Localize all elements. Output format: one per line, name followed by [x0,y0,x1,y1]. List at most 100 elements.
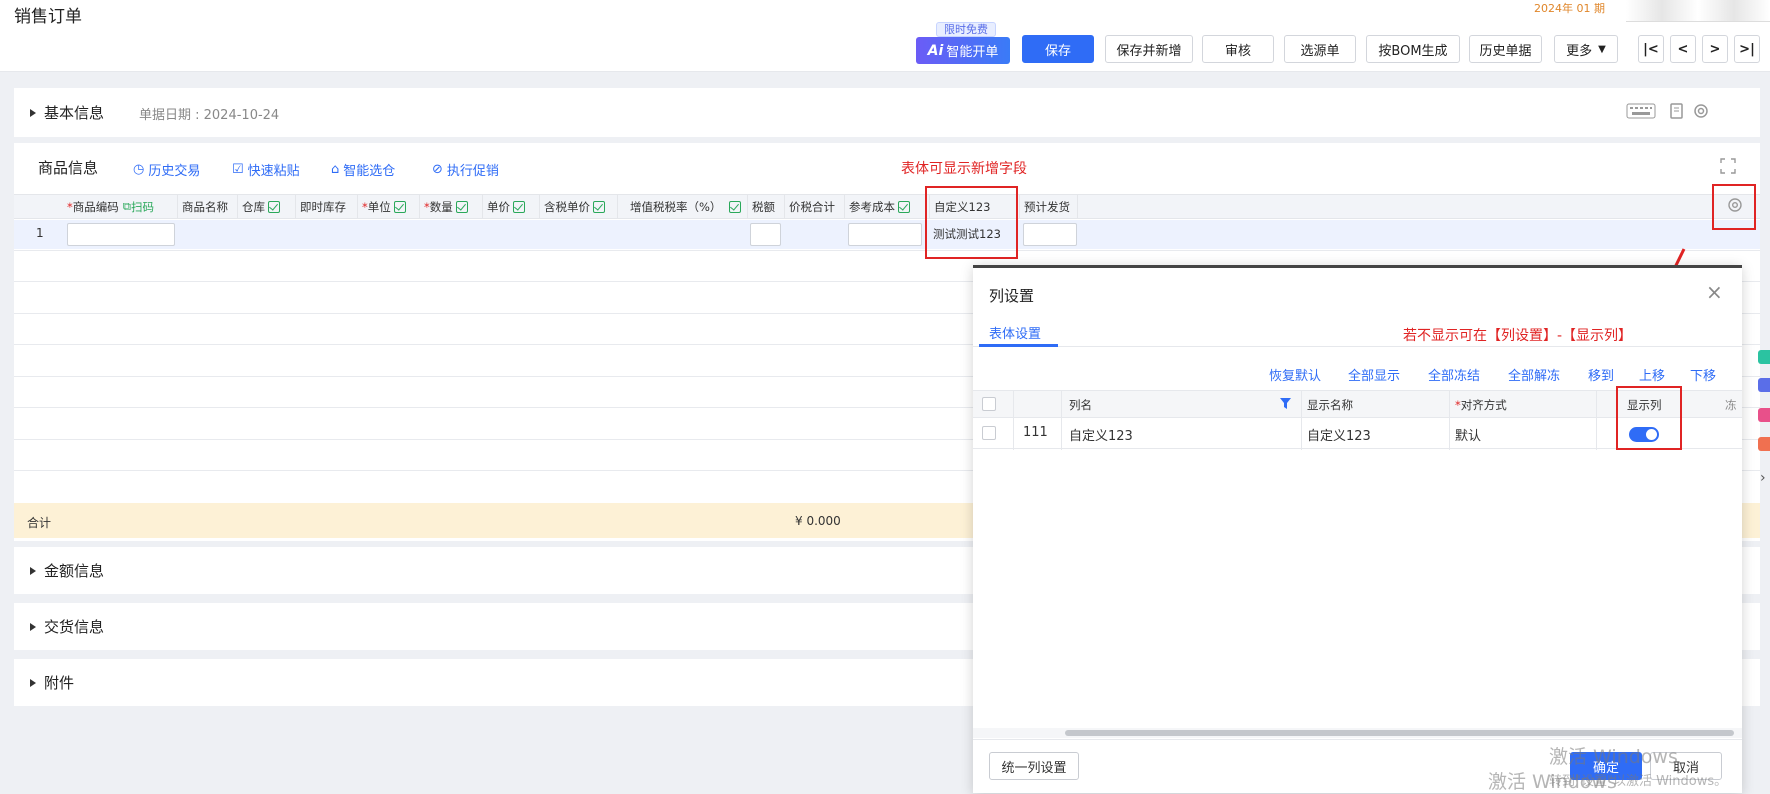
gear-icon[interactable] [1692,102,1710,120]
column-settings-dialog: 列设置 × 表体设置 若不显示可在【列设置】-【显示列】 恢复默认 全部显示 全… [973,265,1742,793]
scrollbar-thumb[interactable] [1065,730,1734,736]
tab-body-settings[interactable]: 表体设置 [989,323,1041,342]
unified-column-button[interactable]: 统一列设置 [989,752,1079,780]
goods-title: 商品信息 [38,159,99,177]
save-button[interactable]: 保存 [1022,35,1094,63]
col-price[interactable]: 单价 [483,194,540,219]
row-display-name[interactable]: 自定义123 [1307,425,1371,444]
footer-divider [973,739,1742,740]
col-price-label: 单价 [487,199,510,214]
delivery-info-toggle[interactable]: 交货信息 [30,616,104,637]
expand-icon [30,622,36,631]
close-icon[interactable]: × [1706,280,1723,304]
windows-watermark-title: 激活 Windows [1549,746,1678,768]
attachment-title: 附件 [44,674,75,692]
basic-info-card: 基本信息 单据日期 : 2024-10-24 [14,88,1760,137]
total-amount: ¥ 0.000 [795,514,841,528]
select-all-checkbox[interactable] [982,397,996,411]
save-new-button[interactable]: 保存并新增 [1105,35,1193,63]
col-quantity-label: 数量 [429,199,453,214]
annotation-new-field: 表体可显示新增字段 [901,161,1027,177]
header-column-name: 列名 [1069,398,1092,412]
float-icon-green[interactable] [1758,350,1770,364]
unfreeze-all-link[interactable]: 全部解冻 [1508,365,1560,384]
user-area[interactable] [1626,0,1770,22]
col-vat-rate[interactable]: 增值税税率（%） [618,194,748,219]
col-divider [1301,390,1302,450]
float-icon-blue[interactable] [1758,378,1770,392]
attachment-toggle[interactable]: 附件 [30,672,74,693]
keyboard-icon[interactable] [1626,103,1656,119]
history-trade-link[interactable]: ◷ 历史交易 [133,160,200,179]
col-total[interactable]: 价税合计 [785,194,845,219]
col-warehouse[interactable]: 仓库 [238,194,296,219]
ai-order-button[interactable]: 限时免费 Ai 智能开单 [916,22,1010,64]
col-product-code[interactable]: * 商品编码 ⧉ 扫码 [63,194,178,219]
tax-input[interactable] [750,223,781,246]
col-quantity[interactable]: * 数量 [420,194,483,219]
fullscreen-icon[interactable] [1720,158,1736,174]
paste-icon: ☑ [232,162,244,177]
quick-paste-label: 快速粘贴 [247,164,300,179]
ai-icon: Ai [927,42,944,59]
product-code-input[interactable] [67,223,175,246]
col-unit[interactable]: * 单位 [358,194,420,219]
scan-label[interactable]: 扫码 [131,199,154,215]
col-ref-cost[interactable]: 参考成本 [845,194,930,219]
row-column-name: 自定义123 [1069,429,1133,444]
col-tax-price[interactable]: 含税单价 [540,194,618,219]
col-product-code-label: 商品编码 [72,199,119,214]
quick-paste-link[interactable]: ☑ 快速粘贴 [232,160,300,179]
nav-next-button[interactable]: > [1702,35,1728,63]
filter-icon[interactable] [1280,398,1291,409]
history-trade-label: 历史交易 [148,164,201,179]
col-product-name[interactable]: 商品名称 [178,194,238,219]
scan-icon: ⧉ [122,199,131,213]
delivery-info-title: 交货信息 [44,618,105,636]
checkbox-icon [393,200,406,213]
row-index: 111 [1023,425,1048,440]
row-align[interactable]: 默认 [1455,425,1481,444]
clock-icon: ◷ [133,162,145,177]
float-icon-orange[interactable] [1758,437,1770,451]
checkbox-icon [455,200,468,213]
move-to-link[interactable]: 移到 [1588,365,1614,384]
expected-ship-input[interactable] [1023,223,1077,246]
nav-prev-button[interactable]: < [1670,35,1696,63]
history-button[interactable]: 历史单据 [1469,35,1542,63]
move-down-link[interactable]: 下移 [1690,365,1716,384]
ref-cost-input[interactable] [848,223,922,246]
move-up-link[interactable]: 上移 [1639,365,1665,384]
home-icon: ⌂ [331,162,340,177]
highlight-gear [1712,184,1756,230]
col-tax[interactable]: 税额 [748,194,785,219]
nav-first-button[interactable]: |< [1638,35,1664,63]
col-expected-ship[interactable]: 预计发货 [1020,194,1078,219]
row-checkbox[interactable] [982,426,996,440]
header-align-label: 对齐方式 [1460,398,1507,412]
amount-info-toggle[interactable]: 金额信息 [30,560,104,581]
col-stock[interactable]: 即时库存 [296,194,358,219]
promotion-link[interactable]: ⊘ 执行促销 [432,160,499,179]
float-icon-pink[interactable] [1758,408,1770,422]
bom-button[interactable]: 按BOM生成 [1366,35,1460,63]
smart-warehouse-link[interactable]: ⌂ 智能选仓 [331,160,395,179]
total-label: 合计 [27,516,52,530]
doc-date: 单据日期 : 2024-10-24 [139,108,280,123]
checkbox-icon [268,200,280,213]
period-indicator[interactable]: 2024年 01 期 [1534,0,1605,16]
chevron-right-icon[interactable]: › [1760,470,1766,486]
more-button[interactable]: 更多 ▼ [1554,35,1618,63]
highlight-show-column [1616,386,1682,450]
freeze-all-link[interactable]: 全部冻结 [1428,365,1480,384]
col-ref-cost-label: 参考成本 [849,199,895,214]
review-button[interactable]: 审核 [1202,35,1274,63]
basic-info-toggle[interactable]: 基本信息 [30,102,104,123]
nav-last-button[interactable]: >| [1734,35,1760,63]
row-number: 1 [36,226,44,240]
print-icon[interactable] [1669,102,1685,120]
more-label: 更多 [1566,43,1593,59]
show-all-link[interactable]: 全部显示 [1348,365,1400,384]
select-source-button[interactable]: 选源单 [1284,35,1356,63]
restore-default-link[interactable]: 恢复默认 [1269,365,1321,384]
